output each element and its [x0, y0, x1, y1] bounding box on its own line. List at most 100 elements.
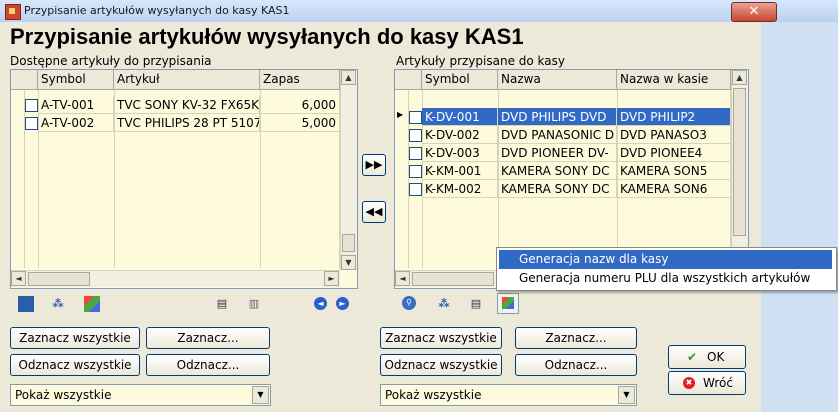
cell-nazwa: DVD PHILIPS DVD [498, 108, 617, 126]
table-row-selected[interactable]: ▶ K-DV-001 DVD PHILIPS DVD DVD PHILIP2 [395, 108, 731, 126]
row-checkbox[interactable] [409, 129, 422, 142]
scroll-thumb[interactable] [28, 272, 90, 286]
cell-symbol: A-TV-001 [38, 96, 114, 114]
table-row[interactable]: K-DV-003 DVD PIONEER DV- DVD PIONEE4 [395, 144, 731, 162]
available-articles-label: Dostępne artykuły do przypisania [10, 54, 212, 68]
save-icon[interactable]: ▤ [468, 296, 484, 312]
ok-label: OK [707, 350, 725, 364]
column-nazwa-w-kasie[interactable]: Nazwa w kasie [617, 70, 731, 89]
select-all-button[interactable]: Zaznacz wszystkie [380, 327, 502, 349]
cell-nazwa-w-kasie: DVD PANASO3 [617, 126, 731, 144]
scroll-thumb[interactable] [342, 234, 355, 252]
select-button[interactable]: Zaznacz... [146, 327, 270, 349]
cell-nazwa-w-kasie: DVD PIONEE4 [617, 144, 731, 162]
cell-zapas: 6,000 [260, 96, 340, 114]
scroll-left-icon[interactable]: ◄ [11, 271, 26, 286]
vertical-scrollbar[interactable]: ▲ ▼ [340, 70, 357, 270]
generate-menu-button[interactable] [497, 293, 519, 314]
cell-symbol: K-DV-001 [422, 108, 498, 126]
menu-item-generate-plu[interactable]: Generacja numeru PLU dla wszystkich arty… [499, 269, 832, 288]
cell-nazwa: KAMERA SONY DC [498, 180, 617, 198]
deselect-button[interactable]: Odznacz... [515, 354, 637, 376]
check-icon: ✔ [687, 350, 698, 364]
column-artykul[interactable]: Artykuł [114, 70, 260, 89]
close-button[interactable]: ✕ [731, 2, 777, 22]
assigned-articles-label: Artykuły przypisane do kasy [396, 54, 565, 68]
column-symbol[interactable]: Symbol [422, 70, 498, 89]
table-row[interactable]: A-TV-002 TVC PHILIPS 28 PT 5107 5,000 [11, 114, 340, 132]
scroll-up-icon[interactable]: ▲ [732, 70, 747, 85]
table-row[interactable]: K-KM-002 KAMERA SONY DC KAMERA SON6 [395, 180, 731, 198]
available-articles-grid: Symbol Artykuł Zapas A-TV-001 TVC SONY K… [10, 69, 358, 289]
scroll-thumb[interactable] [733, 88, 746, 236]
column-nazwa[interactable]: Nazwa [498, 70, 617, 89]
deselect-all-button[interactable]: Odznacz wszystkie [10, 354, 140, 376]
row-checkbox[interactable] [409, 147, 422, 160]
context-menu: Generacja nazw dla kasy Generacja numeru… [496, 247, 837, 291]
cell-nazwa: KAMERA SONY DC [498, 162, 617, 180]
cell-symbol: A-TV-002 [38, 114, 114, 132]
search-icon[interactable]: ⚲ [402, 296, 416, 310]
row-checkbox[interactable] [409, 183, 422, 196]
table-row[interactable]: A-TV-001 TVC SONY KV-32 FX65K 6,000 [11, 96, 340, 114]
cell-symbol: K-DV-003 [422, 144, 498, 162]
filter-icon[interactable]: ⁂ [50, 296, 66, 312]
filter-icon[interactable]: ⁂ [436, 296, 452, 312]
grid-header: Symbol Nazwa Nazwa w kasie [395, 70, 731, 90]
vertical-scrollbar[interactable]: ▲ ▼ [731, 70, 748, 270]
remove-selected-button[interactable]: ◀◀ [362, 201, 386, 223]
select-all-button[interactable]: Zaznacz wszystkie [10, 327, 140, 349]
column-symbol[interactable]: Symbol [38, 70, 114, 89]
grid-settings-icon[interactable] [18, 296, 34, 312]
horizontal-scrollbar[interactable]: ◄ ► [11, 270, 340, 287]
deselect-all-button[interactable]: Odznacz wszystkie [380, 354, 502, 376]
save-icon[interactable]: ▤ [214, 296, 230, 312]
cell-symbol: K-DV-002 [422, 126, 498, 144]
add-selected-button[interactable]: ▶▶ [362, 154, 386, 176]
table-row[interactable]: K-DV-002 DVD PANASONIC D DVD PANASO3 [395, 126, 731, 144]
colors-icon[interactable] [84, 296, 100, 312]
scroll-down-icon[interactable]: ▼ [341, 255, 356, 270]
back-label: Wróć [703, 376, 733, 390]
row-checkbox[interactable] [25, 117, 38, 130]
cell-symbol: K-KM-001 [422, 162, 498, 180]
filter-dropdown[interactable]: Pokaż wszystkie ▼ [380, 384, 637, 406]
cell-nazwa-w-kasie: DVD PHILIP2 [617, 108, 731, 126]
title-bar: Przypisanie artykułów wysyłanych do kasy… [0, 0, 838, 23]
scroll-thumb[interactable] [412, 272, 494, 286]
menu-item-generate-names[interactable]: Generacja nazw dla kasy [499, 250, 832, 269]
scroll-right-icon[interactable]: ► [324, 271, 339, 286]
chevron-down-icon[interactable]: ▼ [618, 386, 635, 404]
scroll-left-icon[interactable]: ◄ [395, 271, 410, 286]
cell-artykul: TVC PHILIPS 28 PT 5107 [114, 114, 260, 132]
cell-nazwa-w-kasie: KAMERA SON5 [617, 162, 731, 180]
column-zapas[interactable]: Zapas [260, 70, 340, 89]
chevron-down-icon[interactable]: ▼ [252, 386, 269, 404]
filter-dropdown[interactable]: Pokaż wszystkie ▼ [10, 384, 271, 406]
row-checkbox[interactable] [25, 99, 38, 112]
deselect-button[interactable]: Odznacz... [146, 354, 270, 376]
scroll-up-icon[interactable]: ▲ [341, 70, 356, 85]
ok-button[interactable]: ✔ OK [668, 345, 746, 369]
row-checkbox[interactable] [409, 165, 422, 178]
colors-icon [502, 297, 514, 309]
cell-nazwa: DVD PANASONIC D [498, 126, 617, 144]
cell-artykul: TVC SONY KV-32 FX65K [114, 96, 260, 114]
cell-nazwa-w-kasie: KAMERA SON6 [617, 180, 731, 198]
row-pointer-icon: ▶ [397, 110, 404, 119]
row-checkbox[interactable] [409, 111, 422, 124]
last-record-icon[interactable]: ► [336, 297, 349, 310]
grid-header: Symbol Artykuł Zapas [11, 70, 340, 90]
filter-value: Pokaż wszystkie [15, 388, 112, 402]
table-row[interactable]: K-KM-001 KAMERA SONY DC KAMERA SON5 [395, 162, 731, 180]
cell-zapas: 5,000 [260, 114, 340, 132]
app-icon [5, 4, 21, 20]
page-title: Przypisanie artykułów wysyłanych do kasy… [10, 24, 524, 49]
indicator-column [11, 70, 38, 89]
close-icon: ✖ [683, 377, 695, 389]
select-button[interactable]: Zaznacz... [515, 327, 637, 349]
filter-value: Pokaż wszystkie [385, 388, 482, 402]
back-button[interactable]: ✖ Wróć [668, 371, 746, 395]
print-icon[interactable]: ▥ [246, 296, 262, 312]
first-record-icon[interactable]: ◄ [314, 297, 327, 310]
